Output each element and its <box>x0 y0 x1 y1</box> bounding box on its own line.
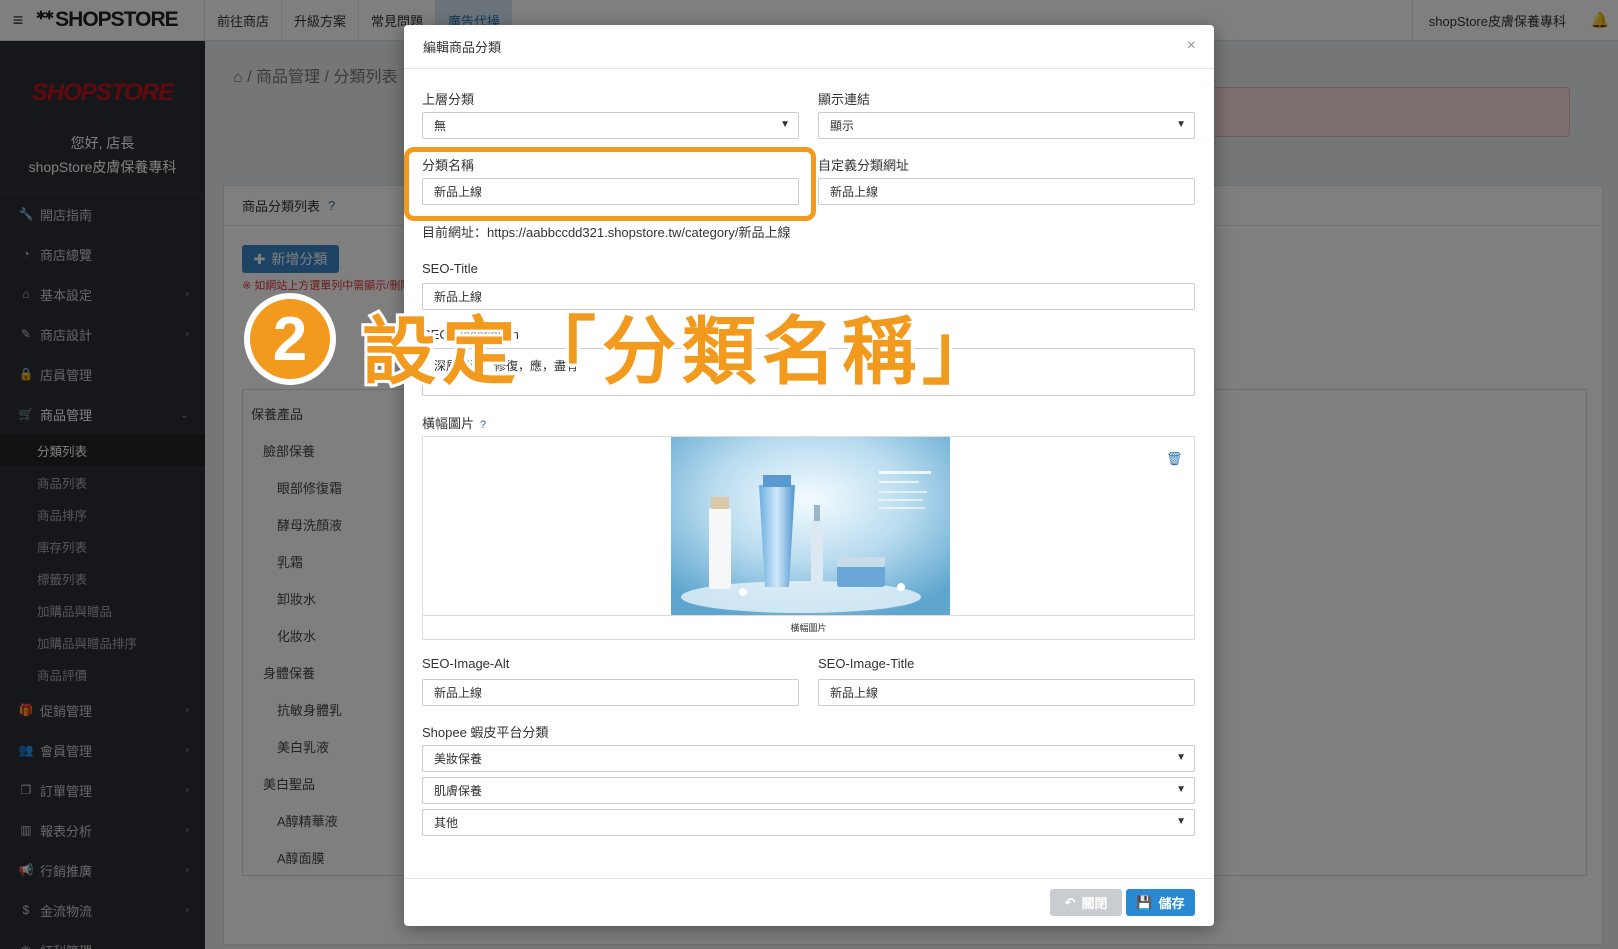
undo-icon: ↶ <box>1064 894 1076 910</box>
modal-footer: ↶ 關閉 💾 儲存 <box>404 878 1214 926</box>
shopee-category-select-2[interactable]: 肌膚保養 ▼ <box>422 777 1195 804</box>
chevron-down-icon: ▼ <box>1176 784 1186 795</box>
delete-image-icon[interactable]: 🗑 <box>1166 451 1183 467</box>
seo-title-label: SEO-Title <box>422 261 478 276</box>
shopee-category-select-3[interactable]: 其他 ▼ <box>422 809 1195 836</box>
parent-category-label: 上層分類 <box>422 92 475 107</box>
seo-image-alt-input[interactable]: 新品上線 <box>422 679 799 706</box>
chevron-down-icon: ▼ <box>1176 752 1186 763</box>
banner-image-box: 🗑 橫幅圖片 <box>422 436 1195 640</box>
custom-url-label: 自定義分類網址 <box>818 158 910 173</box>
display-link-label: 顯示連結 <box>818 92 871 107</box>
shopee-category-select-1[interactable]: 美妝保養 ▼ <box>422 745 1195 772</box>
banner-caption: 橫幅圖片 <box>423 615 1194 639</box>
close-button[interactable]: ↶ 關閉 <box>1050 889 1122 916</box>
shopee-category-label: Shopee 蝦皮平台分類 <box>422 725 549 740</box>
help-icon[interactable]: ? <box>480 419 486 431</box>
modal-header: 編輯商品分類 × <box>404 25 1214 69</box>
seo-image-alt-label: SEO-Image-Alt <box>422 656 510 671</box>
save-button[interactable]: 💾 儲存 <box>1126 889 1195 916</box>
chevron-down-icon: ▼ <box>780 119 790 130</box>
chevron-down-icon: ▼ <box>1176 816 1186 827</box>
save-icon: 💾 <box>1136 894 1153 910</box>
modal-title: 編輯商品分類 <box>423 40 502 55</box>
current-url-text: 目前網址：https://aabbccdd321.shopstore.tw/ca… <box>422 225 791 240</box>
seo-image-title-label: SEO-Image-Title <box>818 656 915 671</box>
custom-url-input[interactable]: 新品上線 <box>818 178 1195 205</box>
banner-image[interactable] <box>671 437 950 615</box>
highlight-box <box>404 147 816 221</box>
step-badge: 2 <box>244 293 336 385</box>
parent-category-select[interactable]: 無 ▼ <box>422 112 799 139</box>
display-link-select[interactable]: 顯示 ▼ <box>818 112 1195 139</box>
close-icon[interactable]: × <box>1187 37 1196 55</box>
cosmetics-banner-picture <box>671 437 950 615</box>
seo-image-title-input[interactable]: 新品上線 <box>818 679 1195 706</box>
chevron-down-icon: ▼ <box>1176 119 1186 130</box>
annotation-text: 設定「分類名稱」 <box>359 307 1002 396</box>
banner-label: 橫幅圖片? <box>422 416 487 431</box>
